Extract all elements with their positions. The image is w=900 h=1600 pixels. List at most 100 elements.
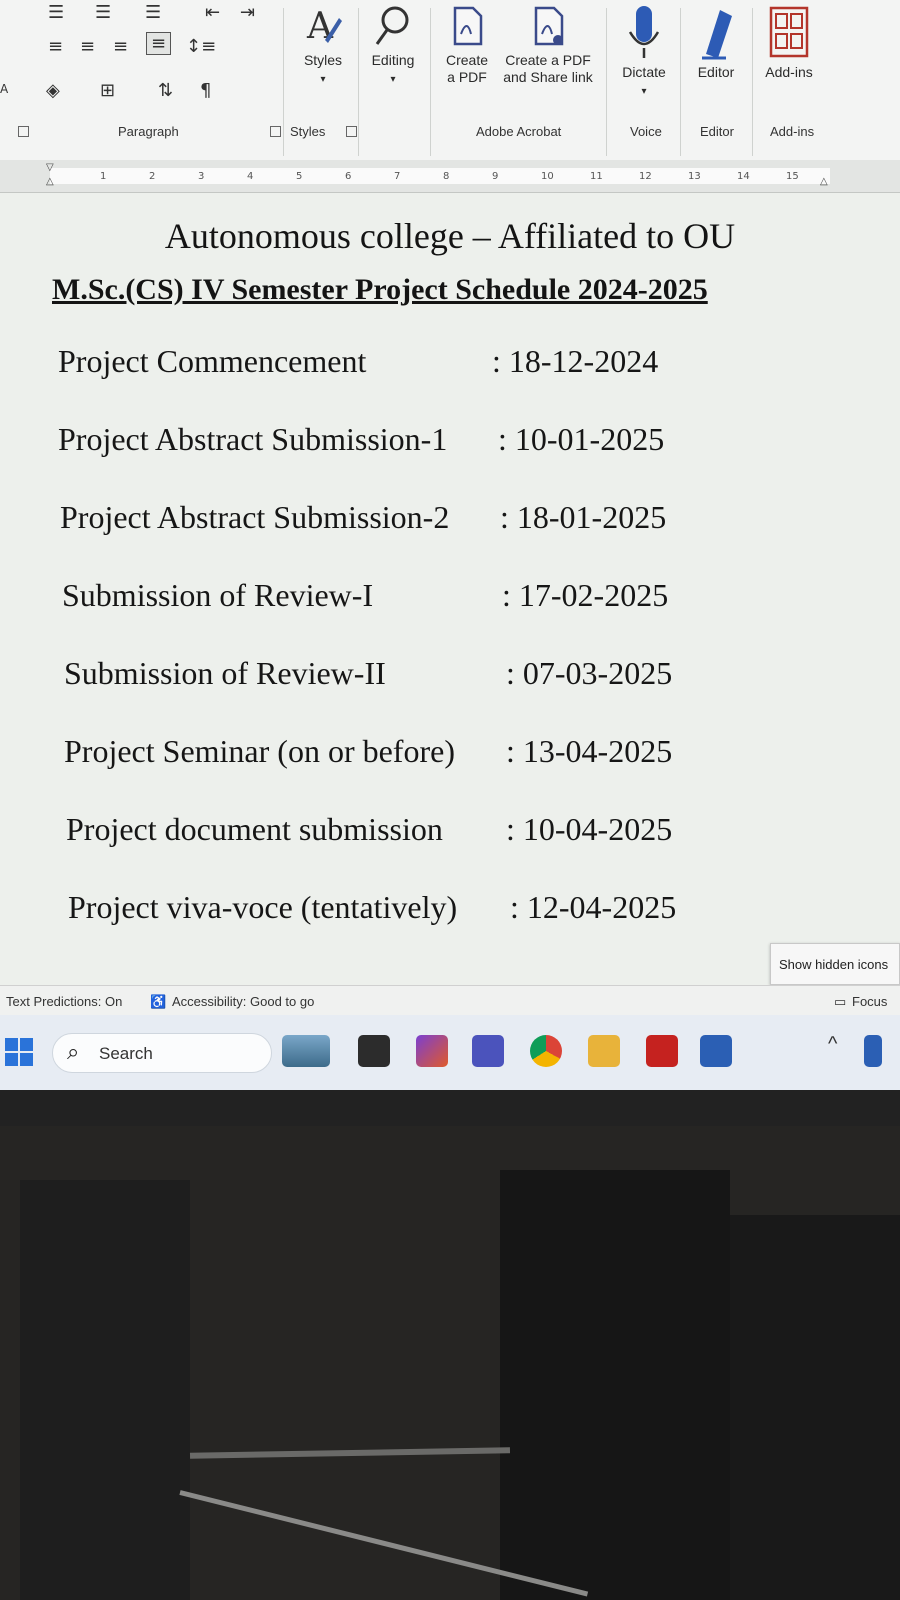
editor-pen-icon — [702, 10, 732, 60]
bullets-icon[interactable]: ☰ — [48, 2, 64, 23]
editor-label: Editor — [697, 64, 735, 80]
chevron-down-icon: ▾ — [320, 74, 326, 85]
status-bar: Text Predictions: On ♿ Accessibility: Go… — [0, 985, 900, 1016]
taskbar-search-box[interactable]: ⌕ Search — [52, 1033, 272, 1073]
font-launcher-icon[interactable] — [18, 126, 29, 137]
create-and-share-pdf-button[interactable]: Create a PDF and Share link — [500, 4, 596, 86]
copilot-icon[interactable] — [416, 1035, 448, 1067]
accessibility-icon: ♿ — [150, 994, 167, 1009]
first-line-indent-marker[interactable]: ▽ — [46, 162, 54, 173]
dictate-label: Dictate — [622, 64, 666, 80]
multilevel-list-icon[interactable]: ☰ — [145, 2, 161, 23]
chevron-down-icon: ▾ — [641, 86, 647, 97]
ruler-tick: 7 — [394, 171, 401, 182]
line-spacing-icon[interactable]: ↕≡ — [186, 36, 216, 57]
pilcrow-icon[interactable]: ¶ — [200, 80, 211, 101]
group-label-addins: Add-ins — [770, 124, 815, 139]
ruler-tick: 6 — [345, 171, 352, 182]
ruler-tick: 4 — [247, 171, 254, 182]
schedule-date: : 12-04-2025 — [510, 889, 677, 925]
divider — [358, 8, 359, 156]
group-label-styles: Styles — [290, 124, 326, 139]
task-view-icon[interactable] — [358, 1035, 390, 1067]
numbering-icon[interactable]: ☰ — [95, 2, 111, 23]
add-ins-button[interactable]: Add-ins — [756, 4, 822, 81]
schedule-label: Submission of Review-I — [62, 577, 374, 613]
search-label: Search — [99, 1044, 153, 1063]
ruler-tick: 12 — [639, 171, 652, 182]
background-object — [20, 1180, 190, 1600]
document-page[interactable]: Autonomous college – Affiliated to OU M.… — [0, 193, 900, 985]
teams-icon[interactable] — [472, 1035, 504, 1067]
search-icon — [375, 6, 409, 45]
divider — [606, 8, 607, 156]
create-pdf-button[interactable]: Create a PDF — [438, 4, 496, 86]
chevron-up-icon[interactable]: ^ — [828, 1033, 837, 1056]
styles-icon: A — [306, 6, 342, 47]
ruler-tick: 3 — [198, 171, 205, 182]
font-size-icon[interactable]: A — [0, 82, 8, 96]
pdf-document-icon — [453, 6, 483, 46]
borders-icon[interactable]: ⊞ — [100, 80, 115, 101]
align-right-icon[interactable]: ≡ — [113, 36, 128, 57]
word-icon[interactable] — [700, 1035, 732, 1067]
align-center-icon[interactable]: ≡ — [80, 36, 95, 57]
schedule-date: : 18-01-2025 — [500, 499, 667, 535]
editing-button[interactable]: Editing ▾ — [362, 4, 424, 88]
schedule-date: : 10-01-2025 — [498, 421, 665, 457]
schedule-label: Project Abstract Submission-1 — [58, 421, 448, 457]
ruler-tick: 2 — [149, 171, 156, 182]
show-hidden-icons-tooltip: Show hidden icons — [770, 943, 900, 985]
focus-mode-button[interactable]: Focus — [852, 994, 887, 1009]
text-predictions-status[interactable]: Text Predictions: On — [6, 994, 122, 1009]
decrease-indent-icon[interactable]: ⇤ — [205, 2, 220, 23]
chrome-icon[interactable] — [530, 1035, 562, 1067]
group-label-adobe: Adobe Acrobat — [476, 124, 562, 139]
styles-label: Styles — [303, 52, 343, 68]
right-indent-marker[interactable]: △ — [820, 176, 828, 187]
ruler-tick: 14 — [737, 171, 750, 182]
shading-icon[interactable]: ◈ — [46, 80, 60, 101]
increase-indent-icon[interactable]: ⇥ — [240, 2, 255, 23]
acrobat-icon[interactable] — [646, 1035, 678, 1067]
widgets-weather-icon[interactable] — [282, 1035, 330, 1067]
windows-start-icon[interactable] — [4, 1037, 34, 1067]
ruler-tick: 9 — [492, 171, 499, 182]
divider — [680, 8, 681, 156]
ruler-tick: 1 — [100, 171, 107, 182]
editor-button[interactable]: Editor — [686, 4, 746, 81]
schedule-label: Project Commencement — [58, 343, 367, 379]
paragraph-launcher-icon[interactable] — [270, 126, 281, 137]
monitor-screen: ☰ ☰ ☰ ⇤ ⇥ ≡ ≡ ≡ ≡ ↕≡ A ◈ ⊞ ⇅ ¶ Paragraph… — [0, 0, 900, 1100]
windows-taskbar: ⌕ Search ^ — [0, 1015, 900, 1090]
chevron-down-icon: ▾ — [390, 74, 396, 85]
accessibility-status[interactable]: Accessibility: Good to go — [172, 994, 314, 1009]
ruler-tick: 8 — [443, 171, 450, 182]
schedule-date: : 07-03-2025 — [506, 655, 673, 691]
create-share-label-1: Create a PDF — [505, 52, 591, 68]
align-left-icon[interactable]: ≡ — [48, 36, 63, 57]
styles-button[interactable]: A Styles ▾ — [292, 4, 354, 88]
dictate-button[interactable]: Dictate ▾ — [612, 4, 676, 100]
styles-launcher-icon[interactable] — [346, 126, 357, 137]
microphone-icon — [628, 6, 660, 58]
onedrive-icon[interactable] — [864, 1035, 882, 1067]
ruler-tick: 15 — [786, 171, 799, 182]
schedule-date: : 13-04-2025 — [506, 733, 673, 769]
sort-icon[interactable]: ⇅ — [158, 80, 173, 101]
ruler-tick: 11 — [590, 171, 603, 182]
ribbon: ☰ ☰ ☰ ⇤ ⇥ ≡ ≡ ≡ ≡ ↕≡ A ◈ ⊞ ⇅ ¶ Paragraph… — [0, 0, 900, 161]
justify-icon[interactable]: ≡ — [146, 32, 172, 55]
file-explorer-icon[interactable] — [588, 1035, 620, 1067]
left-indent-marker[interactable]: △ — [46, 176, 54, 187]
pdf-share-icon — [534, 6, 564, 46]
create-pdf-label-2: a PDF — [447, 69, 487, 85]
horizontal-ruler[interactable]: ▽ △ △ 1 2 3 4 5 6 7 8 9 10 11 12 13 14 15 — [0, 160, 900, 193]
group-label-editor: Editor — [700, 124, 734, 139]
group-label-paragraph: Paragraph — [118, 124, 179, 139]
ruler-track — [50, 168, 830, 184]
editing-label: Editing — [371, 52, 415, 68]
add-ins-label: Add-ins — [765, 64, 813, 80]
schedule-date: : 18-12-2024 — [492, 343, 659, 379]
background-monitor-back — [500, 1170, 730, 1600]
